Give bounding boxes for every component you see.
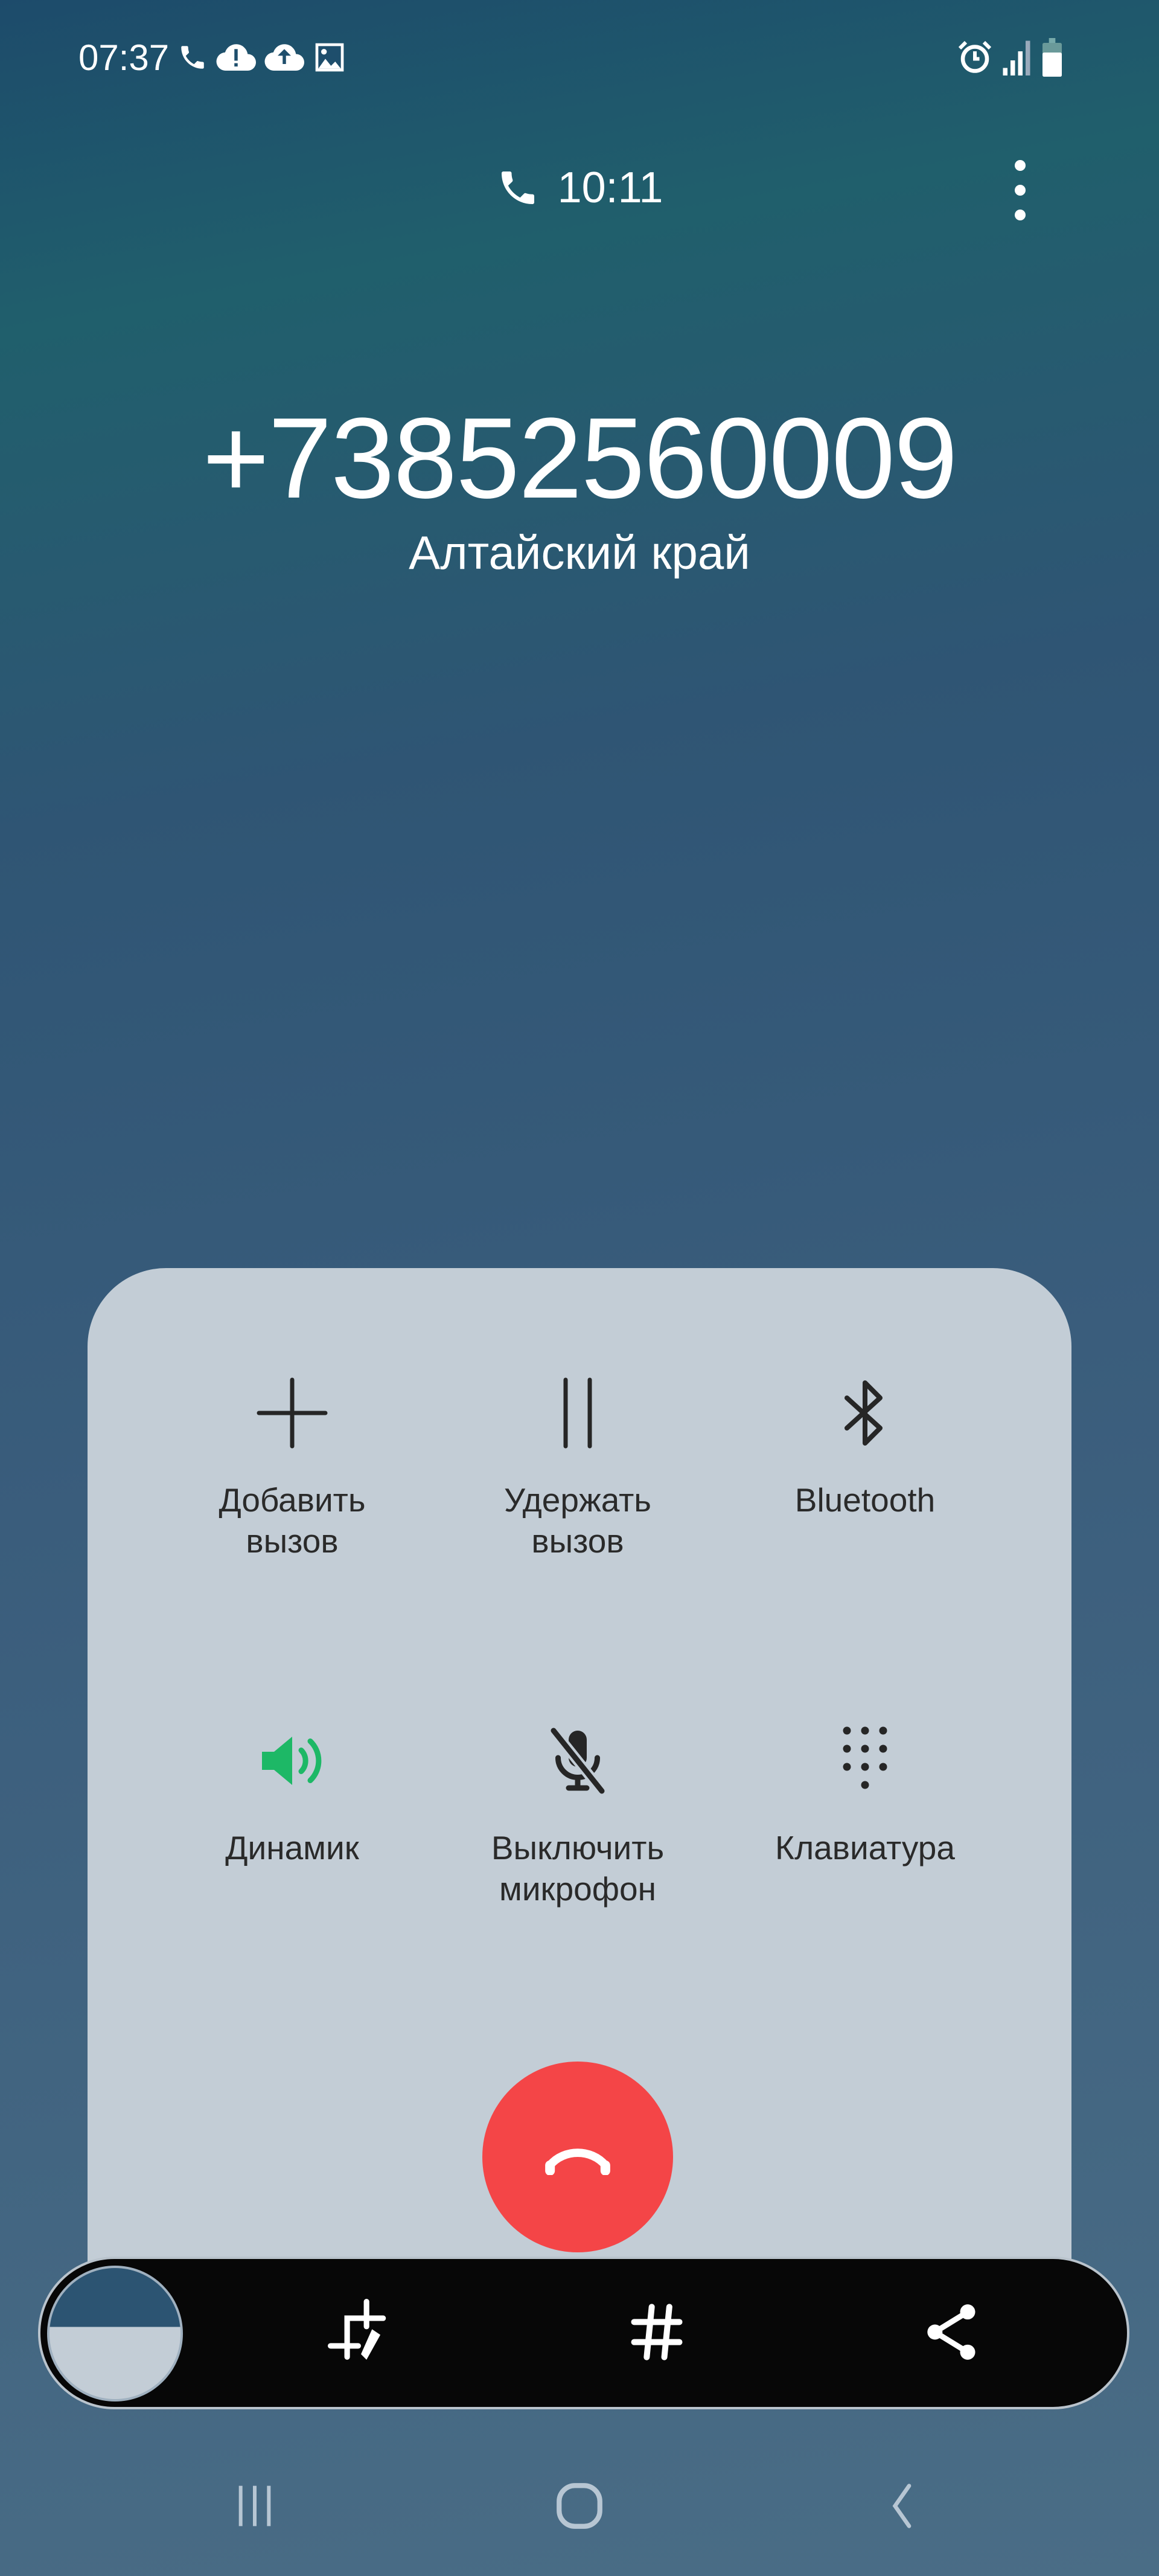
home-button[interactable] bbox=[537, 2464, 622, 2548]
signal-icon bbox=[1003, 40, 1030, 75]
control-label: Добавить bbox=[219, 1481, 366, 1519]
caller-number: +73852560009 bbox=[202, 394, 957, 522]
home-icon bbox=[557, 2483, 602, 2529]
speaker-button[interactable]: Динамик bbox=[135, 1719, 449, 1868]
control-label: Удержать bbox=[504, 1481, 651, 1519]
pause-icon bbox=[563, 1377, 592, 1449]
mute-button[interactable]: Выключить микрофон bbox=[421, 1719, 735, 1909]
control-label: Выключить bbox=[491, 1829, 665, 1866]
call-duration: 10:11 bbox=[557, 164, 663, 212]
more-icon bbox=[1015, 160, 1026, 171]
end-call-button[interactable] bbox=[482, 2062, 673, 2252]
speaker-icon bbox=[262, 1737, 322, 1785]
hashtag-button[interactable] bbox=[615, 2290, 699, 2374]
status-bar-right bbox=[957, 36, 1064, 78]
control-label: вызов bbox=[246, 1522, 339, 1560]
hang-up-icon bbox=[545, 2148, 610, 2175]
bluetooth-button[interactable]: Bluetooth bbox=[708, 1371, 1022, 1520]
share-icon bbox=[927, 2304, 975, 2360]
caller-region: Алтайский край bbox=[409, 526, 750, 579]
phone-icon bbox=[181, 46, 204, 69]
back-icon bbox=[892, 2484, 912, 2528]
control-label: микрофон bbox=[499, 1870, 656, 1908]
control-label: Динамик bbox=[225, 1829, 359, 1866]
crop-edit-icon bbox=[328, 2299, 386, 2360]
bluetooth-icon bbox=[845, 1380, 883, 1446]
phone-icon bbox=[501, 171, 534, 204]
battery-icon bbox=[1042, 38, 1062, 77]
call-timer: 10:11 bbox=[0, 163, 1159, 213]
status-bar-left: 07:37 bbox=[78, 36, 346, 78]
hold-call-button[interactable]: Удержать вызов bbox=[421, 1371, 735, 1562]
image-icon bbox=[315, 43, 344, 72]
mic-off-icon bbox=[549, 1727, 606, 1795]
screenshot-thumbnail[interactable] bbox=[47, 2266, 183, 2401]
back-button[interactable] bbox=[861, 2464, 945, 2548]
recents-button[interactable] bbox=[212, 2464, 297, 2548]
plus-icon bbox=[257, 1377, 328, 1449]
alarm-icon bbox=[958, 40, 992, 73]
control-label: Bluetooth bbox=[794, 1481, 936, 1519]
control-label: Клавиатура bbox=[775, 1829, 955, 1866]
keypad-button[interactable]: Клавиатура bbox=[708, 1719, 1022, 1868]
control-label: вызов bbox=[531, 1522, 624, 1560]
add-call-button[interactable]: Добавить вызов bbox=[135, 1371, 449, 1562]
crop-edit-button[interactable] bbox=[319, 2290, 403, 2374]
more-options-button[interactable] bbox=[1002, 160, 1038, 220]
cloud-alert-icon bbox=[216, 44, 257, 71]
hashtag-icon bbox=[631, 2304, 683, 2360]
status-time: 07:37 bbox=[78, 37, 170, 78]
keypad-icon bbox=[843, 1726, 887, 1789]
recents-icon bbox=[238, 2485, 271, 2526]
cloud-upload-icon bbox=[264, 44, 305, 71]
share-button[interactable] bbox=[910, 2290, 995, 2374]
